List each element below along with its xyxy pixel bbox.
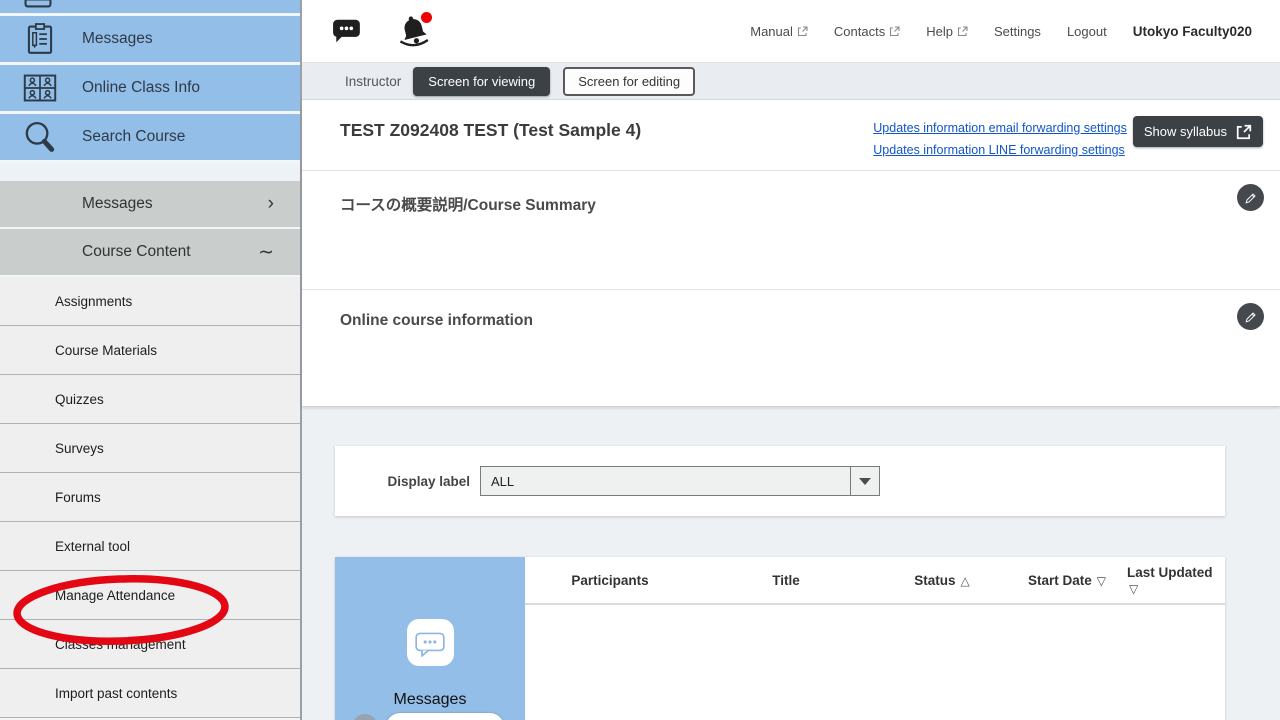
sidebar-item-external-tool[interactable]: External tool xyxy=(0,522,300,571)
sidebar-item-search-course[interactable]: Search Course xyxy=(0,114,300,160)
external-link-icon xyxy=(797,26,808,37)
tile-partial-circle xyxy=(352,714,378,720)
table-area: Participants Title Status△ Start Date▽ L… xyxy=(525,557,1225,720)
sidebar-item-quizzes[interactable]: Quizzes xyxy=(0,375,300,424)
col-last-updated-sort[interactable]: Last Updated▽ xyxy=(1127,563,1225,597)
messages-bubble-icon[interactable] xyxy=(332,18,362,44)
external-link-icon xyxy=(957,26,968,37)
course-title-row: TEST Z092408 TEST (Test Sample 4) Update… xyxy=(302,100,1280,170)
search-icon xyxy=(20,117,60,157)
sidebar-menu-messages[interactable]: Messages › xyxy=(0,181,300,227)
sidebar-item-forums[interactable]: Forums xyxy=(0,473,300,522)
notification-dot xyxy=(421,12,432,23)
screen-for-editing-tab[interactable]: Screen for editing xyxy=(563,67,695,96)
display-label-select[interactable]: ALL xyxy=(480,466,880,496)
pencil-icon xyxy=(1243,309,1259,325)
sidebar-item-label: Search Course xyxy=(82,128,185,146)
messages-tile[interactable]: Messages xyxy=(335,557,525,720)
top-header: Manual Contacts Help xyxy=(302,0,1280,62)
chevron-right-icon: › xyxy=(268,193,274,215)
col-status-sort[interactable]: Status△ xyxy=(877,573,1007,588)
role-label: Instructor xyxy=(345,74,401,89)
sidebar-menu-course-content[interactable]: Course Content ∼ xyxy=(0,229,300,275)
line-forwarding-settings-link[interactable]: Updates information LINE forwarding sett… xyxy=(873,139,1127,161)
online-course-info-heading: Online course information xyxy=(340,312,1280,330)
edit-course-summary-button[interactable] xyxy=(1237,184,1264,211)
selected-option: ALL xyxy=(481,474,850,489)
chevron-collapse-icon: ∼ xyxy=(258,241,274,264)
messages-badge xyxy=(407,619,454,666)
contents-table-card: Messages Participants Title Status△ xyxy=(335,557,1225,720)
display-label: Display label xyxy=(335,474,470,489)
col-start-date-sort[interactable]: Start Date▽ xyxy=(1007,573,1127,588)
course-title: TEST Z092408 TEST (Test Sample 4) xyxy=(340,120,873,170)
display-label-filter-card: Display label ALL xyxy=(335,446,1225,516)
main-area: Manual Contacts Help xyxy=(302,0,1280,720)
sidebar-item-online-class-info[interactable]: Online Class Info xyxy=(0,65,300,111)
pencil-icon xyxy=(1243,190,1259,206)
course-summary-heading: コースの概要説明/Course Summary xyxy=(340,193,1280,215)
class-grid-icon xyxy=(20,68,60,108)
sidebar: Messages Online Class Info xyxy=(0,0,302,720)
chevron-down-icon xyxy=(859,478,871,485)
table-header-row: Participants Title Status△ Start Date▽ L… xyxy=(525,557,1225,605)
nav-manual-link[interactable]: Manual xyxy=(750,24,808,39)
sort-desc-icon: ▽ xyxy=(1129,581,1225,597)
messages-tile-label: Messages xyxy=(394,691,467,709)
sidebar-spacer xyxy=(0,163,300,181)
lms-page: Messages Online Class Info xyxy=(0,0,1280,720)
course-summary-section: コースの概要説明/Course Summary xyxy=(302,171,1280,289)
menu-header-label: Messages xyxy=(82,195,153,213)
external-link-icon xyxy=(1236,124,1252,140)
screen-for-viewing-tab[interactable]: Screen for viewing xyxy=(413,67,550,96)
course-panel: TEST Z092408 TEST (Test Sample 4) Update… xyxy=(302,100,1280,406)
sidebar-item-label: Online Class Info xyxy=(82,79,200,97)
col-title: Title xyxy=(695,573,877,588)
nav-settings-link[interactable]: Settings xyxy=(994,24,1041,39)
sidebar-item-assignments[interactable]: Assignments xyxy=(0,277,300,326)
edit-online-course-info-button[interactable] xyxy=(1237,303,1264,330)
sidebar-item-label: Messages xyxy=(82,30,153,48)
top-nav: Manual Contacts Help xyxy=(750,24,1252,39)
speech-bubble-icon xyxy=(413,629,447,657)
sidebar-item-course-materials[interactable]: Course Materials xyxy=(0,326,300,375)
notifications-bell-icon[interactable] xyxy=(396,10,432,52)
online-course-info-section: Online course information xyxy=(302,290,1280,406)
nav-logout-link[interactable]: Logout xyxy=(1067,24,1107,39)
clipboard-icon xyxy=(20,19,60,59)
logged-in-user: Utokyo Faculty020 xyxy=(1133,24,1252,39)
sidebar-item-classes-management[interactable]: Classes management xyxy=(0,620,300,669)
sort-asc-icon: △ xyxy=(961,574,970,588)
sidebar-item-import-past-contents[interactable]: Import past contents xyxy=(0,669,300,718)
show-syllabus-button[interactable]: Show syllabus xyxy=(1133,116,1263,147)
sidebar-item-manage-attendance[interactable]: Manage Attendance xyxy=(0,571,300,620)
sidebar-item-surveys[interactable]: Surveys xyxy=(0,424,300,473)
col-participants: Participants xyxy=(525,573,695,588)
nav-help-link[interactable]: Help xyxy=(926,24,968,39)
external-link-icon xyxy=(889,26,900,37)
sidebar-item-partial-top[interactable] xyxy=(0,0,300,13)
menu-header-label: Course Content xyxy=(82,243,191,261)
calendar-icon xyxy=(20,0,56,12)
sidebar-item-messages[interactable]: Messages xyxy=(0,16,300,62)
email-forwarding-settings-link[interactable]: Updates information email forwarding set… xyxy=(873,117,1127,139)
sort-desc-icon: ▽ xyxy=(1097,574,1106,588)
forwarding-links: Updates information email forwarding set… xyxy=(873,117,1127,170)
select-arrow-button[interactable] xyxy=(850,467,879,495)
tile-partial-button[interactable] xyxy=(386,713,504,720)
nav-contacts-link[interactable]: Contacts xyxy=(834,24,900,39)
view-mode-toolbar: Instructor Screen for viewing Screen for… xyxy=(302,62,1280,100)
